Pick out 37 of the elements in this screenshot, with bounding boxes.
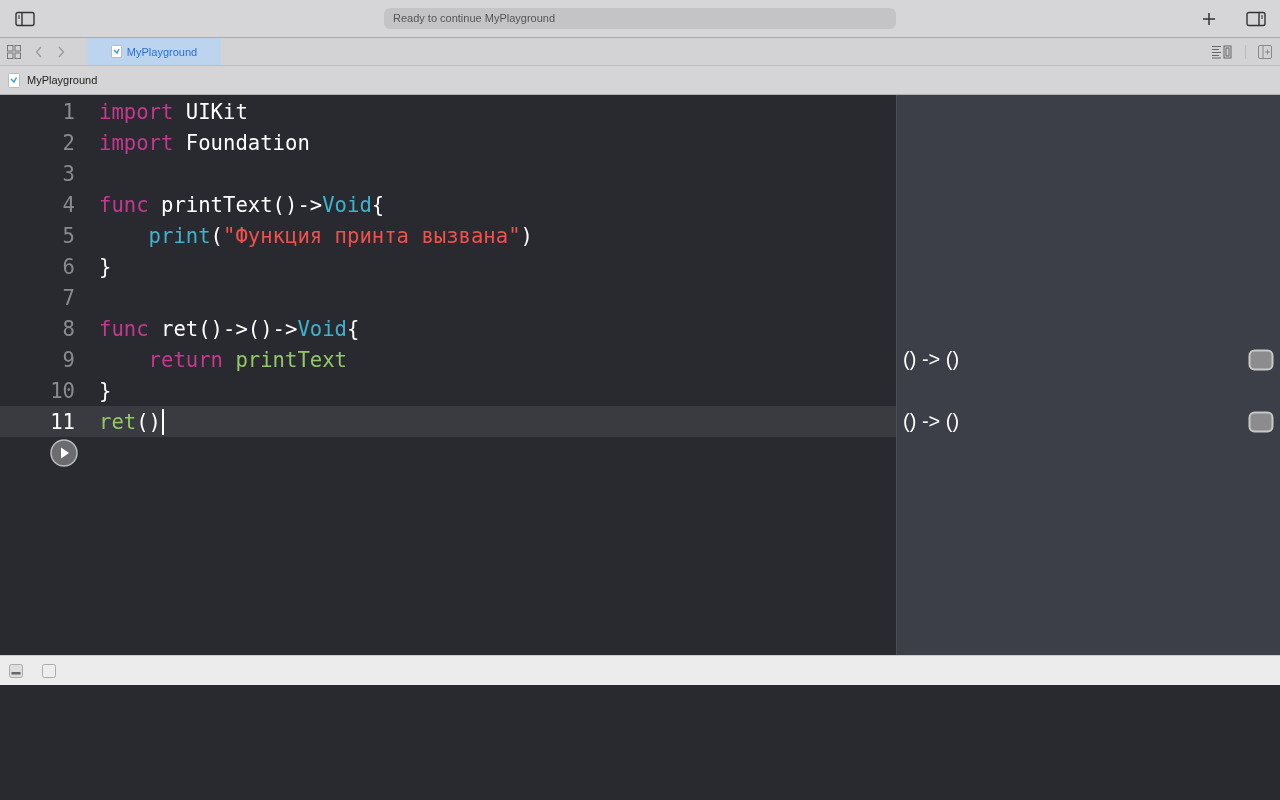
code-line: func ret()->()->Void{ bbox=[99, 316, 360, 341]
line-number: 3 bbox=[61, 161, 75, 186]
result-value: () -> () bbox=[903, 348, 960, 371]
code-line: func printText()->Void{ bbox=[99, 192, 385, 217]
line-number: 5 bbox=[61, 223, 75, 248]
swift-file-icon bbox=[8, 72, 20, 88]
line-number: 8 bbox=[61, 316, 75, 341]
line-number: 9 bbox=[61, 347, 75, 372]
sidebar-toggle-icon[interactable] bbox=[15, 10, 35, 27]
code-line: } bbox=[99, 254, 112, 279]
code-line: import Foundation bbox=[99, 130, 310, 155]
line-number: 11 bbox=[49, 409, 75, 434]
line-number: 10 bbox=[49, 378, 75, 403]
code-line: ret() bbox=[99, 409, 161, 434]
add-icon[interactable] bbox=[1202, 11, 1216, 26]
run-icon[interactable] bbox=[50, 438, 78, 467]
grid-icon[interactable] bbox=[7, 44, 21, 59]
activity-status-field: Ready to continue MyPlayground bbox=[384, 8, 896, 29]
code-line: return printText bbox=[147, 347, 347, 372]
swift-file-icon bbox=[110, 45, 122, 58]
line-number: 4 bbox=[61, 192, 75, 217]
line-number: 7 bbox=[61, 285, 75, 310]
debug-area-icon[interactable] bbox=[9, 663, 23, 678]
line-number: 2 bbox=[61, 130, 75, 155]
code-review-icon[interactable] bbox=[1211, 44, 1233, 59]
breadcrumb-item[interactable]: MyPlayground bbox=[27, 74, 98, 86]
code-line: print("Функция принта вызвана") bbox=[147, 223, 533, 248]
code-line: } bbox=[99, 378, 112, 403]
result-value: () -> () bbox=[903, 410, 960, 433]
line-number: 6 bbox=[61, 254, 75, 279]
text-cursor bbox=[162, 408, 164, 435]
code-line: import UIKit bbox=[99, 99, 248, 124]
quick-look-icon[interactable] bbox=[1248, 348, 1274, 371]
line-number: 1 bbox=[61, 99, 75, 124]
console-toggle-icon[interactable] bbox=[42, 663, 56, 678]
inspector-toggle-icon[interactable] bbox=[1246, 10, 1266, 27]
quick-look-icon[interactable] bbox=[1248, 410, 1274, 433]
